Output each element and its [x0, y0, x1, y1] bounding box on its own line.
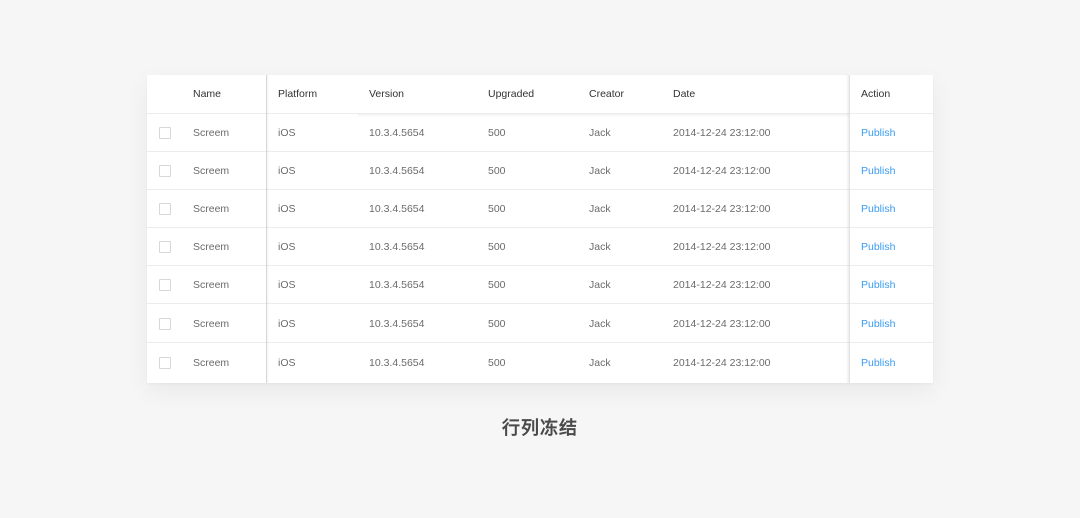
cell-upgraded: 500: [488, 126, 506, 139]
row-checkbox-cell: [159, 266, 171, 303]
cell-platform: iOS: [278, 317, 296, 330]
publish-link[interactable]: Publish: [861, 228, 895, 265]
publish-link[interactable]: Publish: [861, 190, 895, 227]
cell-name: Screem: [193, 126, 230, 139]
cell-creator: Jack: [589, 202, 611, 215]
publish-link[interactable]: Publish: [861, 114, 895, 151]
table-row: Screem iOS 10.3.4.5654 500 Jack 2014-12-…: [147, 266, 933, 304]
column-header-name[interactable]: Name: [193, 75, 221, 113]
cell-name: Screem: [193, 357, 230, 369]
column-header-upgraded[interactable]: Upgraded: [488, 75, 534, 113]
cell-platform: iOS: [278, 202, 296, 215]
cell-upgraded: 500: [488, 202, 506, 215]
cell-platform: iOS: [278, 357, 296, 369]
cell-name: Screem: [193, 240, 230, 253]
cell-name: Screem: [193, 278, 230, 291]
cell-creator: Jack: [589, 240, 611, 253]
cell-version: 10.3.4.5654: [369, 240, 425, 253]
frozen-table: Name Platform Version Upgraded Creator D…: [147, 75, 933, 383]
cell-version: 10.3.4.5654: [369, 202, 425, 215]
cell-date: 2014-12-24 23:12:00: [673, 240, 771, 253]
cell-version: 10.3.4.5654: [369, 126, 425, 139]
publish-link[interactable]: Publish: [861, 266, 895, 303]
cell-date: 2014-12-24 23:12:00: [673, 202, 771, 215]
row-checkbox-cell: [159, 228, 171, 265]
row-checkbox[interactable]: [159, 278, 171, 291]
cell-upgraded: 500: [488, 278, 506, 291]
column-header-date[interactable]: Date: [673, 75, 695, 113]
cell-version: 10.3.4.5654: [369, 164, 425, 177]
cell-date: 2014-12-24 23:12:00: [673, 164, 771, 177]
table-row: Screem iOS 10.3.4.5654 500 Jack 2014-12-…: [147, 305, 933, 343]
publish-link[interactable]: Publish: [861, 344, 895, 382]
table-row: Screem iOS 10.3.4.5654 500 Jack 2014-12-…: [147, 152, 933, 190]
cell-date: 2014-12-24 23:12:00: [673, 357, 771, 369]
cell-creator: Jack: [589, 164, 611, 177]
cell-platform: iOS: [278, 126, 296, 139]
cell-date: 2014-12-24 23:12:00: [673, 126, 771, 139]
frozen-left-divider: [266, 75, 267, 383]
cell-name: Screem: [193, 202, 230, 215]
row-checkbox[interactable]: [159, 126, 171, 139]
cell-platform: iOS: [278, 164, 296, 177]
cell-upgraded: 500: [488, 164, 506, 177]
cell-creator: Jack: [589, 317, 611, 330]
row-checkbox-cell: [159, 190, 171, 227]
row-checkbox[interactable]: [159, 202, 171, 215]
cell-version: 10.3.4.5654: [369, 357, 425, 369]
row-checkbox[interactable]: [159, 317, 171, 330]
cell-creator: Jack: [589, 278, 611, 291]
cell-platform: iOS: [278, 240, 296, 253]
column-header-action[interactable]: Action: [861, 75, 890, 113]
cell-date: 2014-12-24 23:12:00: [673, 278, 771, 291]
row-checkbox[interactable]: [159, 240, 171, 253]
cell-creator: Jack: [589, 126, 611, 139]
table-row: Screem iOS 10.3.4.5654 500 Jack 2014-12-…: [147, 114, 933, 152]
cell-upgraded: 500: [488, 317, 506, 330]
table-header: Name Platform Version Upgraded Creator D…: [147, 75, 933, 114]
cell-name: Screem: [193, 164, 230, 177]
row-checkbox-cell: [159, 305, 171, 342]
publish-link[interactable]: Publish: [861, 152, 895, 189]
row-checkbox[interactable]: [159, 357, 171, 369]
cell-name: Screem: [193, 317, 230, 330]
table-row: Screem iOS 10.3.4.5654 500 Jack 2014-12-…: [147, 228, 933, 266]
column-header-platform[interactable]: Platform: [278, 75, 317, 113]
column-header-creator[interactable]: Creator: [589, 75, 624, 113]
row-checkbox-cell: [159, 114, 171, 151]
cell-creator: Jack: [589, 357, 611, 369]
cell-platform: iOS: [278, 278, 296, 291]
cell-version: 10.3.4.5654: [369, 317, 425, 330]
cell-upgraded: 500: [488, 357, 506, 369]
row-checkbox[interactable]: [159, 164, 171, 177]
publish-link[interactable]: Publish: [861, 305, 895, 342]
row-checkbox-cell: [159, 152, 171, 189]
row-checkbox-cell: [159, 344, 171, 382]
frozen-right-divider: [849, 75, 850, 383]
table-row: Screem iOS 10.3.4.5654 500 Jack 2014-12-…: [147, 344, 933, 382]
table-row: Screem iOS 10.3.4.5654 500 Jack 2014-12-…: [147, 190, 933, 228]
caption: 行列冻结: [502, 418, 578, 439]
column-header-version[interactable]: Version: [369, 75, 404, 113]
cell-upgraded: 500: [488, 240, 506, 253]
cell-date: 2014-12-24 23:12:00: [673, 317, 771, 330]
cell-version: 10.3.4.5654: [369, 278, 425, 291]
